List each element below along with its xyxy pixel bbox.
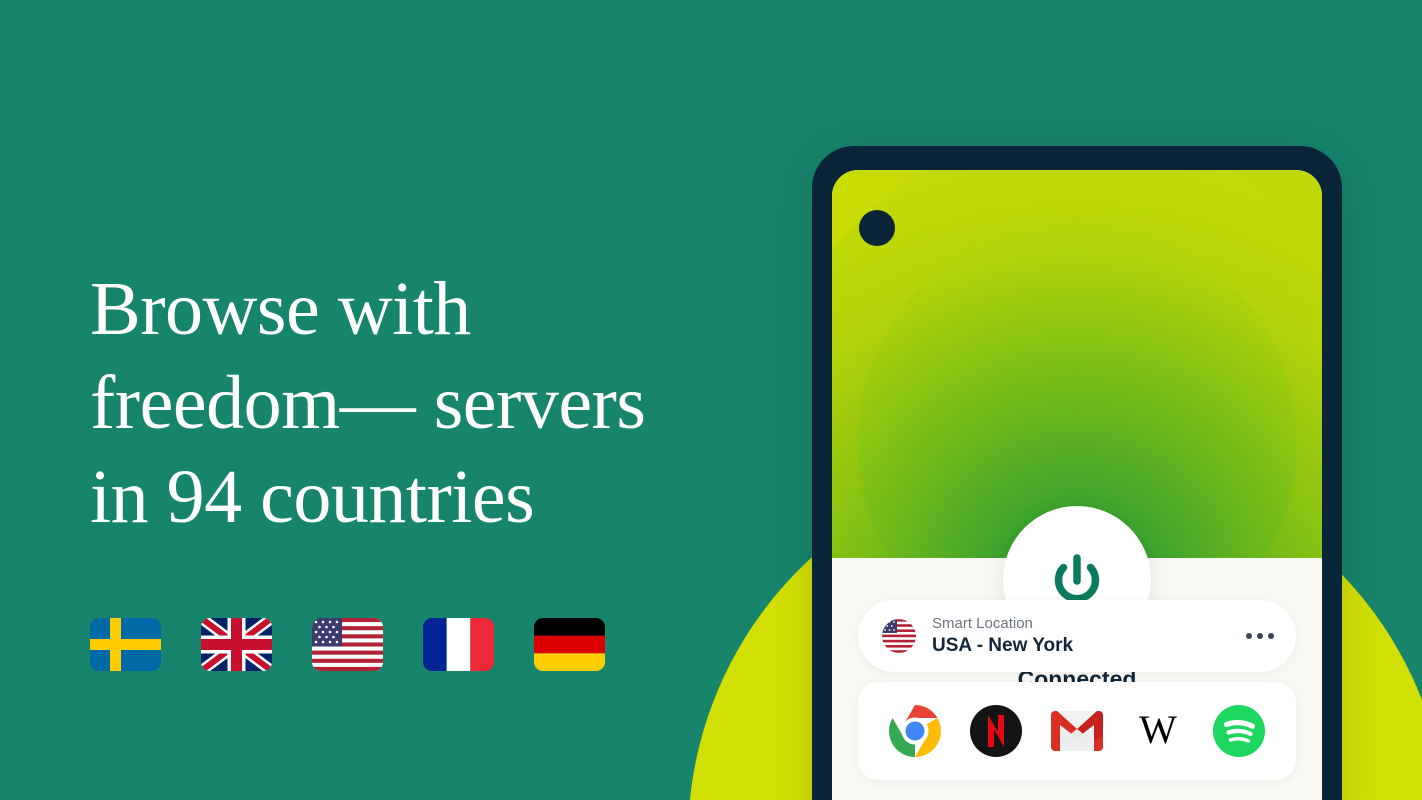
headline-line-2: freedom— servers xyxy=(90,361,646,445)
smart-location-value: USA - New York xyxy=(932,634,1074,656)
wikipedia-app-icon[interactable]: W xyxy=(1129,702,1187,760)
gmail-app-icon[interactable] xyxy=(1048,702,1106,760)
germany-flag-icon xyxy=(534,618,605,671)
usa-flag-round-icon xyxy=(882,619,916,653)
sweden-flag-icon xyxy=(90,618,161,671)
uk-flag-icon xyxy=(201,618,272,671)
app-shortcuts-card: W xyxy=(858,682,1296,780)
spotify-app-icon[interactable] xyxy=(1210,702,1268,760)
country-flag-row xyxy=(90,618,605,671)
ellipsis-icon[interactable] xyxy=(1246,633,1274,639)
vpn-hero-gradient xyxy=(832,170,1322,558)
usa-flag-icon xyxy=(312,618,383,671)
netflix-app-icon[interactable] xyxy=(967,702,1025,760)
page-title: Browse with freedom— servers in 94 count… xyxy=(90,262,770,544)
phone-screen: Connected Smart Location USA - New York … xyxy=(832,170,1322,800)
smart-location-card[interactable]: Smart Location USA - New York xyxy=(858,600,1296,672)
headline-line-1: Browse with xyxy=(90,267,471,351)
smart-location-label: Smart Location xyxy=(932,615,1033,633)
smart-location-text: Smart Location USA - New York xyxy=(932,615,1246,656)
camera-punch-hole xyxy=(859,210,895,246)
chrome-app-icon[interactable] xyxy=(886,702,944,760)
svg-text:W: W xyxy=(1139,707,1177,752)
france-flag-icon xyxy=(423,618,494,671)
headline-line-3: in 94 countries xyxy=(90,455,535,539)
phone-mockup: Connected Smart Location USA - New York … xyxy=(812,146,1342,800)
